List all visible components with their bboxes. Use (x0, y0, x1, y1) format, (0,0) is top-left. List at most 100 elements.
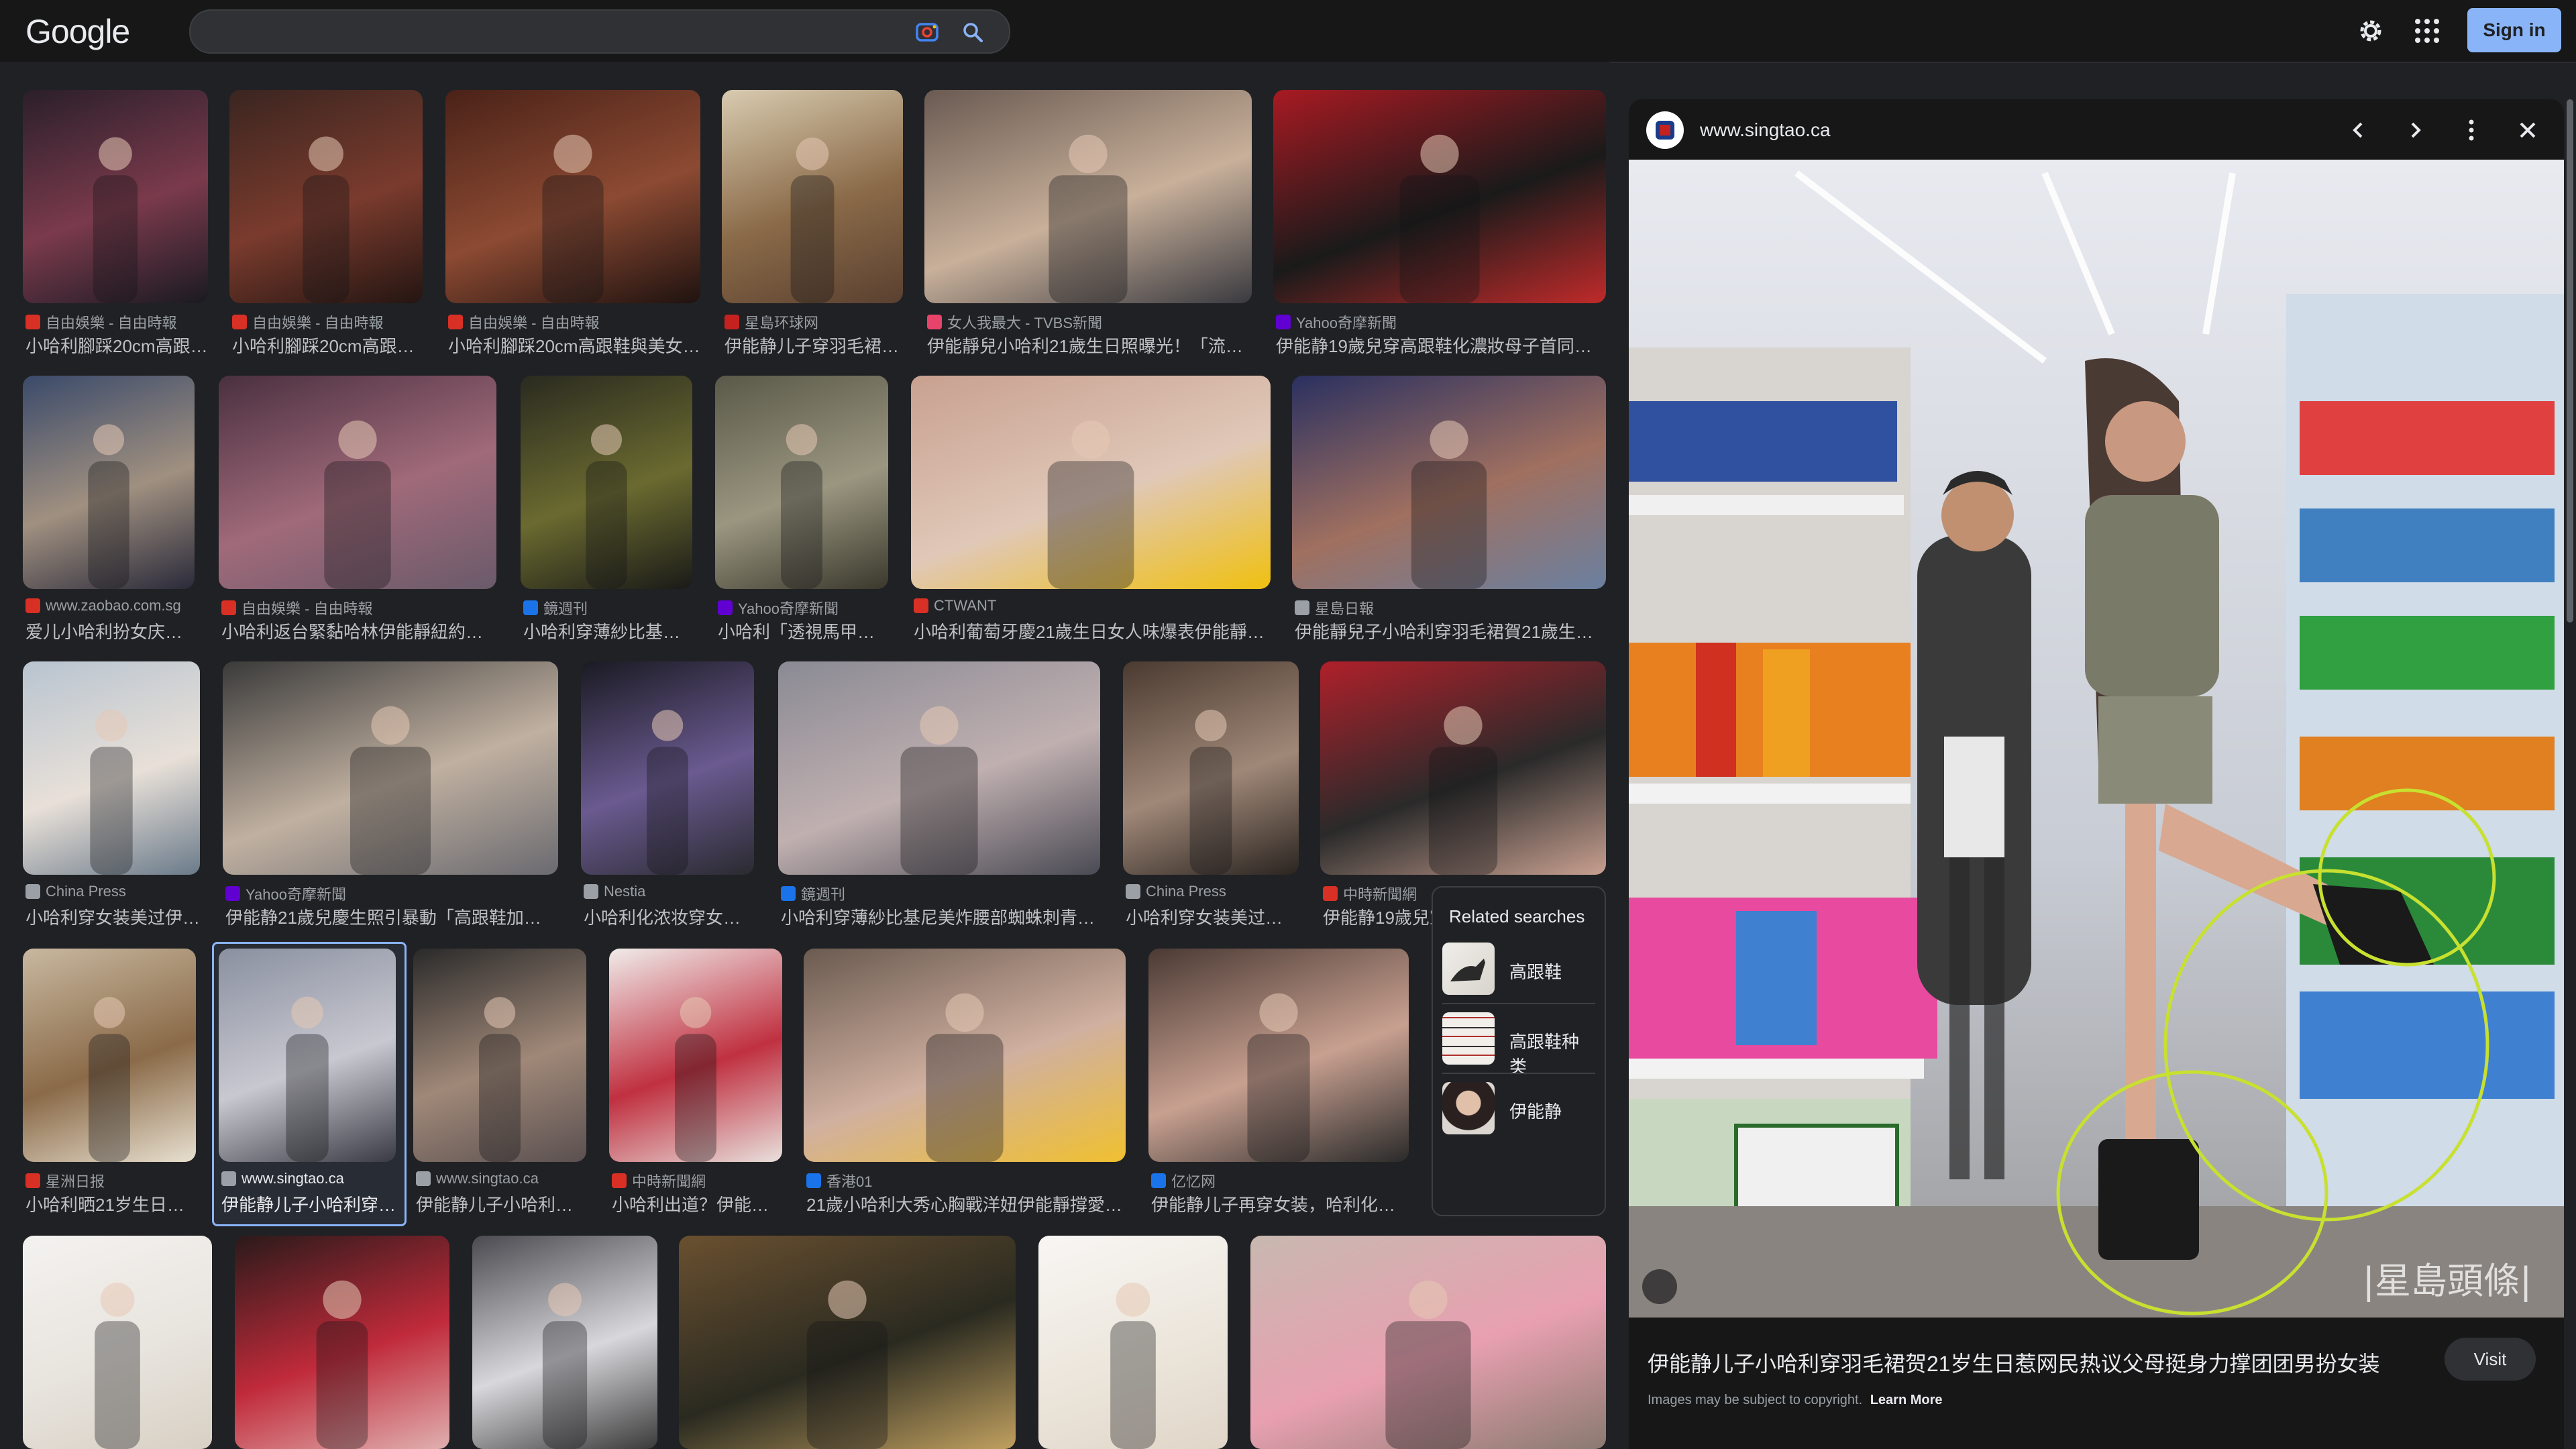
result-title[interactable]: 小哈利「透視馬甲裝… (718, 619, 888, 643)
result-source[interactable]: 鏡週刊 (781, 883, 1100, 904)
result-source[interactable]: www.singtao.ca (221, 1170, 396, 1187)
result-title[interactable]: 小哈利返台緊黏哈林伊能靜紐約喝… (221, 619, 496, 643)
result-title[interactable]: 小哈利腳踩20cm高跟… (25, 333, 208, 358)
result-source[interactable]: 女人我最大 - TVBS新聞 (927, 311, 1252, 333)
result-title[interactable]: 21歲小哈利大秀心胸戰洋妞伊能靜撐愛… (806, 1191, 1126, 1216)
result-title[interactable]: 小哈利出道？伊能静… (612, 1191, 782, 1216)
search-box[interactable] (189, 9, 1010, 54)
result-title[interactable]: 伊能静儿子小哈利穿… (416, 1191, 586, 1216)
result-source[interactable]: 星洲日报 (25, 1170, 196, 1191)
result-thumbnail[interactable] (804, 949, 1126, 1162)
result-title[interactable]: 伊能靜兒小哈利21歲生日照曝光！「流蘇… (927, 333, 1252, 358)
result-thumbnail[interactable] (1250, 1236, 1606, 1449)
result-source[interactable]: www.singtao.ca (416, 1170, 586, 1187)
preview-image[interactable]: |星島頭條| (1629, 160, 2564, 1318)
result-thumbnail[interactable] (223, 661, 558, 875)
result-source[interactable]: Yahoo奇摩新聞 (718, 597, 888, 619)
result-title[interactable]: 伊能靜兒子小哈利穿羽毛裙賀21歲生日… (1295, 619, 1606, 643)
result-source[interactable]: 自由娛樂 - 自由時報 (448, 311, 700, 333)
result-thumbnail[interactable] (911, 376, 1271, 589)
result-thumbnail[interactable] (1273, 90, 1606, 303)
top-bar: Google Sign in (0, 0, 2576, 63)
result-source[interactable]: 中時新聞網 (612, 1170, 782, 1191)
result-title[interactable]: 小哈利穿薄紗比基尼美炸腰部蜘蛛刺青… (781, 904, 1100, 929)
result-source[interactable]: 鏡週刊 (523, 597, 692, 619)
result-source[interactable]: CTWANT (914, 597, 1271, 614)
result-thumbnail[interactable] (235, 1236, 449, 1449)
result-title[interactable]: 伊能静儿子小哈利穿… (221, 1191, 396, 1216)
site-logo[interactable] (1646, 111, 1684, 149)
result-thumbnail[interactable] (229, 90, 423, 303)
result-source[interactable]: www.zaobao.com.sg (25, 597, 195, 614)
result-title[interactable]: 伊能静19歲兒穿高跟鞋化濃妝母子首同框… (1276, 333, 1606, 358)
result-source[interactable]: China Press (25, 883, 200, 900)
result-title[interactable]: 小哈利穿女装美过伊… (1126, 904, 1299, 929)
google-logo[interactable]: Google (25, 12, 130, 51)
learn-more-link[interactable]: Learn More (1870, 1393, 1943, 1407)
result-source[interactable]: 星島日報 (1295, 597, 1606, 619)
result-title[interactable]: 小哈利化浓妆穿女装… (584, 904, 754, 929)
sign-in-button[interactable]: Sign in (2467, 8, 2561, 52)
result-thumbnail[interactable] (778, 661, 1100, 875)
preview-photo: |星島頭條| (1629, 160, 2564, 1318)
close-icon[interactable] (2512, 114, 2544, 146)
related-search-item[interactable]: 高跟鞋 (1442, 936, 1595, 1000)
result-title[interactable]: 小哈利葡萄牙慶21歲生日女人味爆表伊能靜都… (914, 619, 1271, 643)
result-thumbnail[interactable] (1320, 661, 1606, 875)
result-title[interactable]: 小哈利腳踩20cm高跟鞋與美女… (448, 333, 700, 358)
result-title[interactable]: 爱儿小哈利扮女庆生… (25, 619, 195, 643)
related-search-item[interactable]: 伊能静 (1442, 1075, 1595, 1140)
result-thumbnail[interactable] (722, 90, 903, 303)
result-thumbnail[interactable] (1292, 376, 1606, 589)
result-thumbnail[interactable] (1038, 1236, 1228, 1449)
result-thumbnail[interactable] (23, 90, 208, 303)
scrollbar[interactable] (2567, 99, 2573, 623)
result-title[interactable]: 小哈利晒21岁生日… (25, 1191, 196, 1216)
preview-site-name[interactable]: www.singtao.ca (1700, 119, 1831, 141)
result-thumbnail[interactable] (23, 949, 196, 1162)
result-thumbnail[interactable] (472, 1236, 657, 1449)
result-thumbnail[interactable] (23, 661, 200, 875)
result-source[interactable]: 自由娛樂 - 自由時報 (232, 311, 423, 333)
result-thumbnail[interactable] (445, 90, 700, 303)
result-thumbnail[interactable] (1148, 949, 1409, 1162)
result-source[interactable]: Nestia (584, 883, 754, 900)
google-lens-icon[interactable] (914, 19, 941, 46)
result-thumbnail[interactable] (715, 376, 888, 589)
result-thumbnail[interactable] (1123, 661, 1299, 875)
result-title[interactable]: 小哈利腳踩20cm高跟… (232, 333, 423, 358)
chevron-left-icon[interactable] (2343, 114, 2375, 146)
result-title[interactable]: 小哈利穿薄紗比基尼… (523, 619, 692, 643)
chevron-right-icon[interactable] (2399, 114, 2431, 146)
result-source[interactable]: 香港01 (806, 1170, 1126, 1191)
gear-icon[interactable] (2355, 15, 2387, 47)
result-thumbnail[interactable] (23, 1236, 212, 1449)
result-title[interactable]: 伊能静儿子穿羽毛裙… (724, 333, 903, 358)
result-title[interactable]: 伊能静儿子再穿女装，哈利化烟… (1151, 1191, 1409, 1216)
apps-grid-icon[interactable] (2412, 16, 2442, 46)
result-thumbnail[interactable] (679, 1236, 1016, 1449)
result-thumbnail[interactable] (609, 949, 782, 1162)
more-options-icon[interactable] (2455, 114, 2487, 146)
result-thumbnail[interactable] (23, 376, 195, 589)
search-input[interactable] (211, 16, 884, 48)
result-title[interactable]: 小哈利穿女装美过伊… (25, 904, 200, 929)
result-thumbnail[interactable] (924, 90, 1252, 303)
result-thumbnail[interactable] (413, 949, 586, 1162)
preview-title[interactable]: 伊能静儿子小哈利穿羽毛裙贺21岁生日惹网民热议父母挺身力撑团团男扮女装 (1648, 1347, 2439, 1378)
result-title[interactable]: 伊能静21歲兒慶生照引暴動「高跟鞋加羽… (225, 904, 558, 929)
search-icon[interactable] (961, 20, 985, 44)
result-source[interactable]: 亿忆网 (1151, 1170, 1409, 1191)
result-source[interactable]: 自由娛樂 - 自由時報 (25, 311, 208, 333)
result-source[interactable]: Yahoo奇摩新聞 (225, 883, 558, 904)
result-source[interactable]: Yahoo奇摩新聞 (1276, 311, 1606, 333)
result-thumbnail[interactable] (581, 661, 754, 875)
related-search-item[interactable]: 高跟鞋种类 (1442, 1006, 1595, 1077)
visit-button[interactable]: Visit (2445, 1338, 2536, 1381)
result-thumbnail[interactable] (219, 949, 396, 1162)
result-source[interactable]: China Press (1126, 883, 1299, 900)
result-source[interactable]: 星島环球网 (724, 311, 903, 333)
result-thumbnail[interactable] (521, 376, 692, 589)
result-thumbnail[interactable] (219, 376, 496, 589)
result-source[interactable]: 自由娛樂 - 自由時報 (221, 597, 496, 619)
